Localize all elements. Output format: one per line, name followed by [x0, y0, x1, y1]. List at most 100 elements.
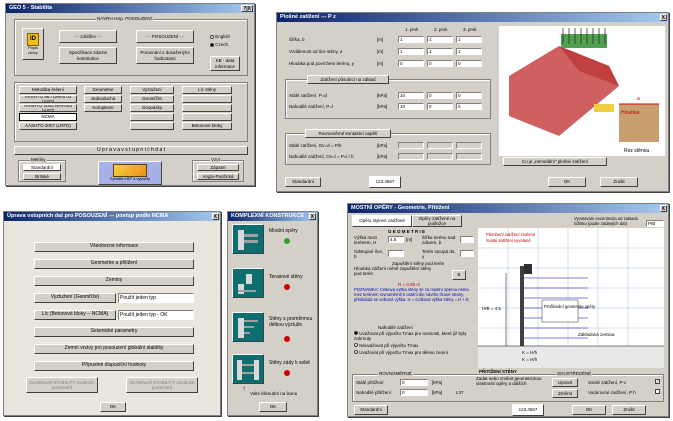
project-button[interactable]: ID Popis úlohy	[22, 28, 44, 60]
radio-cz-icon	[210, 42, 214, 47]
ok-button[interactable]: OK	[100, 402, 126, 412]
menu-vseobecne[interactable]: Všeobecné informace	[34, 242, 194, 252]
sirka-1[interactable]: 1	[398, 36, 424, 43]
mostni-opery-label: Mostní opěry	[269, 228, 298, 234]
lang-czech[interactable]: Czech	[210, 42, 228, 47]
standard-button[interactable]: Standardní	[285, 177, 321, 187]
menu-seismicke[interactable]: Seismické parametry	[34, 327, 194, 337]
vzor-1[interactable]: Zápatní	[197, 164, 239, 171]
co-je-button[interactable]: Co je „nenodální" plošné zatížení	[503, 157, 607, 166]
radio-2[interactable]: Neuvažovat při výpočtu Tmax	[354, 343, 418, 348]
rovnomerne-button[interactable]: Rovnoměrné kontaktní napětí	[305, 129, 391, 138]
zmenit-button[interactable]: Změnit	[552, 389, 578, 398]
zrusit-button[interactable]: Zrušit	[600, 177, 638, 187]
menu-zeminy[interactable]: Zeminy	[34, 276, 194, 286]
radio-3[interactable]: Uvažovat při výpočtu Tmax pro těleso zem…	[354, 350, 472, 355]
navrh-header: NÁVRH resp. POSOUZENÍ	[96, 16, 153, 21]
nahod-input[interactable]: 0	[400, 389, 428, 396]
close-icon[interactable]: X	[659, 14, 667, 21]
vzdal-3[interactable]: 1	[456, 48, 482, 55]
close-icon[interactable]: X	[659, 205, 667, 212]
vyzt-0[interactable]: Geomříže	[130, 95, 174, 103]
stale-2[interactable]: 0	[427, 92, 453, 99]
number-format-button[interactable]: 123.4567	[512, 404, 544, 416]
pe-input[interactable]: P/B	[646, 220, 664, 227]
global-stability-2: GLOBÁLNÍ STABILITY úvodních parametrů	[126, 377, 198, 393]
terasove-steny-icon[interactable]	[232, 268, 264, 298]
sirka-input[interactable]	[460, 236, 474, 243]
metrika-britske[interactable]: Britské	[23, 173, 61, 180]
vodor-check-icon[interactable]	[655, 389, 660, 394]
ok-button[interactable]: OK	[259, 402, 287, 412]
upravit-button[interactable]: Upravit	[552, 378, 578, 387]
window-controls[interactable]: ?|X	[241, 5, 253, 12]
zrusit-button[interactable]: Zrušit	[612, 405, 646, 415]
stale-3[interactable]: 0	[456, 92, 482, 99]
b-button[interactable]: B	[452, 270, 466, 280]
zatizeni-zaklad-button[interactable]: Zatížení působící na základ	[307, 75, 389, 84]
radio-1[interactable]: Uvažovat při výpočtu Tmax pro nosnosti, …	[354, 331, 472, 341]
nahodile-2[interactable]: 0	[427, 103, 453, 110]
kb-info-button[interactable]: KB - data informace	[210, 56, 240, 71]
vyzt-1[interactable]: Geopásky	[130, 104, 174, 112]
stale-input[interactable]: 0	[400, 379, 428, 386]
splash-button[interactable]: Spuštění BP a výpočty	[98, 161, 162, 185]
menu-vyztuzeni[interactable]: Vyztužení (Geomříže)	[34, 293, 116, 303]
number-format-button[interactable]: 123.4567	[369, 176, 401, 188]
close-icon[interactable]: X	[308, 213, 316, 220]
nahodile-3[interactable]: 0	[456, 103, 482, 110]
teren-input[interactable]	[460, 250, 474, 257]
tab-styl[interactable]: Opěry stylové zatížené	[352, 215, 412, 227]
vzor-header: Vzor	[210, 157, 222, 162]
zady-k-sobe-icon[interactable]	[232, 354, 264, 384]
sirka-2[interactable]: 1	[427, 36, 453, 43]
lic-header: Líc stěny	[182, 86, 232, 94]
hloubka-1[interactable]: 0	[398, 60, 424, 67]
menu-lic[interactable]: Líc (Betonové bloky -- NCMA)	[34, 310, 116, 320]
ok-button[interactable]: OK	[572, 405, 606, 415]
standard-button[interactable]: Standardní	[354, 405, 388, 415]
porovnani-button[interactable]: Porovnání s dosaženými hodnotami	[136, 47, 194, 64]
metoda-1[interactable]: AASHTO 2002 NHI-043 (ASD)	[19, 104, 77, 112]
terasove-steny-label: Terasové stěny	[269, 274, 303, 280]
menu-geometrie[interactable]: Geometrie a přilížení	[34, 259, 194, 269]
soustredene-header: SOUSTŘEDĚNÉ	[556, 371, 593, 376]
geom-0[interactable]: Jednoduchá	[84, 95, 122, 103]
posouzeni-button[interactable]: - - POSOUZENÍ - -	[136, 30, 194, 43]
uprava-button[interactable]: Ú p r a v a v s t u p n í c h d a t	[14, 146, 248, 155]
nahodile-1[interactable]: 10	[398, 103, 424, 110]
ok-button[interactable]: OK	[548, 177, 586, 187]
close-icon[interactable]: X	[211, 213, 219, 220]
geom-1[interactable]: Komplexní	[84, 104, 122, 112]
fig-pz-label: Působení zatížení zvoleno	[486, 232, 536, 237]
stale2-1	[398, 142, 424, 149]
vzdal-1[interactable]: 1	[398, 48, 424, 55]
svisle-check-icon[interactable]: ✓	[655, 379, 660, 384]
lic-0[interactable]: Betonové bloky	[182, 122, 232, 130]
menu-pripustne[interactable]: Přípustné dispoziční hodnoty	[34, 361, 194, 371]
hloubka-2[interactable]: 0	[427, 60, 453, 67]
window-title: Úprava vstupních dat pro POSOUZENÍ --- p…	[7, 213, 169, 219]
hloubka-3[interactable]: 0	[456, 60, 482, 67]
nahodile-label: Nahodilé zatížení, P=l	[289, 104, 333, 109]
stale-1[interactable]: 10	[398, 92, 424, 99]
zdi-button[interactable]: - - zdi/dřev - -	[59, 30, 117, 43]
promenna-delka-icon[interactable]	[232, 312, 264, 342]
main-window: GEO 5 - Stabilita ?|X NÁVRH resp. POSOUZE…	[5, 3, 255, 186]
metoda-0[interactable]: AASHTO 96 / Demo 02 (ASD)	[19, 95, 77, 103]
nahodile2-label: Nahodilé zatížení, Ov=l = P=l / b	[289, 154, 354, 159]
vzor-2[interactable]: Anglo-Pacifická	[197, 173, 239, 180]
metoda-3[interactable]: AASHTO 2007 (LRFD)	[19, 122, 77, 130]
vzdal-2[interactable]: 1	[427, 48, 453, 55]
lang-english[interactable]: English	[210, 34, 230, 39]
sirka-3[interactable]: 1	[456, 36, 482, 43]
odstup-input[interactable]	[388, 250, 404, 257]
specifikace-button[interactable]: Specifikace zdarné konstrukce	[59, 47, 117, 64]
row-vzdal-unit: [m]	[377, 49, 384, 54]
menu-zemni-vrstvy[interactable]: Zemní vrstvy pro posouzení globální stab…	[34, 344, 194, 354]
mostni-opery-icon[interactable]	[232, 224, 264, 254]
tab-podlozka[interactable]: Opěry zatížené na podložce	[412, 215, 462, 227]
metoda-2[interactable]: NCMA	[19, 113, 77, 121]
metrika-standard[interactable]: Standardní	[23, 164, 61, 171]
vyska-input[interactable]: 4.5	[388, 236, 404, 243]
